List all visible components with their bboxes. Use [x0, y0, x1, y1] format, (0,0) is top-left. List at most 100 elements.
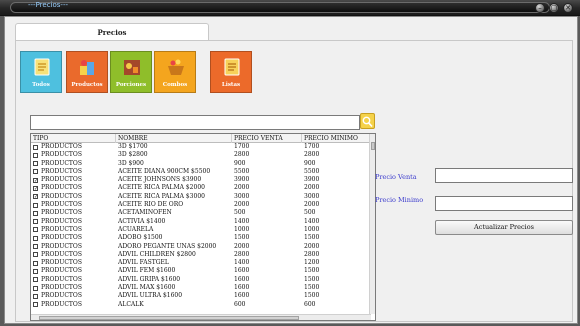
cell-tipo: PRODUCTOS — [41, 300, 82, 308]
table-row[interactable]: PRODUCTOS ACEITE DIANA 900CM $5500 5500 550… — [31, 168, 371, 176]
row-checkbox[interactable] — [33, 152, 38, 158]
search-input[interactable] — [30, 115, 360, 130]
table-row[interactable]: PRODUCTOS ADVIL MAX $1600 1600 1500 — [31, 284, 371, 292]
cell-tipo: PRODUCTOS — [41, 225, 82, 233]
cell-nombre: ACEITE RICA PALMA $2000 — [118, 184, 205, 192]
tile-productos[interactable]: Productos — [66, 51, 108, 93]
precio-minimo-label: Precio Minimo — [375, 196, 424, 204]
table-row[interactable]: PRODUCTOS ACEITE RIO DE ORO 2000 2000 — [31, 201, 371, 209]
row-checkbox[interactable] — [33, 202, 38, 208]
row-checkbox[interactable] — [33, 252, 38, 258]
table-row[interactable]: ✓ PRODUCTOS ACEITE JOHNSONS $3900 3900 3900 — [31, 176, 371, 184]
table-row[interactable]: PRODUCTOS 3D $2800 2800 2800 — [31, 151, 371, 159]
table-row[interactable]: PRODUCTOS ALCALK 600 600 — [31, 301, 371, 309]
cell-precio-minimo: 1200 — [304, 259, 320, 267]
column-header-precio-minimo[interactable]: PRECIO MINIMO — [302, 134, 371, 143]
row-checkbox[interactable] — [33, 169, 38, 175]
table-row[interactable]: PRODUCTOS ADVIL GRIPA $1600 1600 1500 — [31, 276, 371, 284]
tile-todos[interactable]: Todos — [20, 51, 62, 93]
table-row[interactable]: ✓ PRODUCTOS ACEITE RICA PALMA $2000 2000 200… — [31, 184, 371, 192]
table-row[interactable]: PRODUCTOS ADVIL ULTRA $1600 1600 1500 — [31, 292, 371, 300]
table-header: TIPO NOMBRE PRECIO VENTA PRECIO MINIMO — [31, 134, 371, 143]
table-row[interactable]: PRODUCTOS ADORO PEGANTE UÑAS $2000 2000 200… — [31, 243, 371, 251]
cell-nombre: 3D $1700 — [118, 143, 148, 150]
row-checkbox[interactable] — [33, 260, 38, 266]
row-checkbox[interactable] — [33, 302, 38, 308]
main-window: Precios Todos Productos Porciones Combos Lis… — [4, 16, 578, 324]
table-row[interactable]: PRODUCTOS 3D $900 900 900 — [31, 160, 371, 168]
cell-precio-minimo: 1000 — [304, 225, 320, 233]
cell-precio-venta: 1000 — [234, 225, 250, 233]
window-title: ---Precios--- — [28, 1, 69, 9]
cell-precio-minimo: 2800 — [304, 151, 320, 159]
close-icon[interactable]: ✕ — [563, 3, 573, 13]
tile-listas[interactable]: Listas — [210, 51, 252, 93]
row-checkbox[interactable] — [33, 235, 38, 241]
row-checkbox[interactable] — [33, 144, 38, 150]
prices-table: TIPO NOMBRE PRECIO VENTA PRECIO MINIMO P… — [30, 133, 376, 321]
column-header-nombre[interactable]: NOMBRE — [116, 134, 232, 143]
row-checkbox[interactable] — [33, 277, 38, 283]
cell-tipo: PRODUCTOS — [41, 242, 82, 250]
cell-precio-minimo: 1500 — [304, 275, 320, 283]
row-checkbox[interactable] — [33, 268, 38, 274]
cell-tipo: PRODUCTOS — [41, 234, 82, 242]
row-checkbox[interactable]: ✓ — [33, 194, 38, 200]
search-button[interactable] — [360, 113, 375, 129]
tab-precios[interactable]: Precios — [15, 23, 209, 41]
table-row[interactable]: PRODUCTOS ADVIL CHILDREN $2800 2800 2800 — [31, 251, 371, 259]
table-row[interactable]: PRODUCTOS 3D $1700 1700 1700 — [31, 143, 371, 151]
row-checkbox[interactable]: ✓ — [33, 177, 38, 183]
scroll-thumb[interactable] — [39, 316, 299, 320]
table-row[interactable]: PRODUCTOS ACETAMINOFEN 500 500 — [31, 209, 371, 217]
tile-combos[interactable]: Combos — [154, 51, 196, 93]
precio-minimo-input[interactable] — [435, 196, 573, 211]
cell-tipo: PRODUCTOS — [41, 151, 82, 159]
title-bar: ---Precios--- – ▢ ✕ — [0, 0, 580, 16]
cell-precio-minimo: 1500 — [304, 267, 320, 275]
cell-nombre: ADOBO $1500 — [118, 234, 163, 242]
row-checkbox[interactable] — [33, 161, 38, 167]
table-row[interactable]: PRODUCTOS ACUARELA 1000 1000 — [31, 226, 371, 234]
row-checkbox[interactable] — [33, 285, 38, 291]
cell-precio-venta: 500 — [234, 209, 246, 217]
cell-precio-venta: 3900 — [234, 176, 250, 184]
table-row[interactable]: PRODUCTOS ACTIVIA $1400 1400 1400 — [31, 218, 371, 226]
tab-panel: Todos Productos Porciones Combos Listas TIPO… — [15, 40, 573, 322]
scroll-thumb[interactable] — [371, 142, 375, 150]
cell-precio-venta: 1600 — [234, 284, 250, 292]
cell-precio-venta: 1400 — [234, 259, 250, 267]
restore-icon[interactable]: ▢ — [549, 3, 559, 13]
precio-venta-input[interactable] — [435, 168, 573, 183]
table-row[interactable]: ✓ PRODUCTOS ACEITE RICA PALMA $3000 3000 300… — [31, 193, 371, 201]
cell-tipo: PRODUCTOS — [41, 159, 82, 167]
cell-precio-minimo: 1500 — [304, 234, 320, 242]
row-checkbox[interactable] — [33, 210, 38, 216]
cell-tipo: PRODUCTOS — [41, 267, 82, 275]
row-checkbox[interactable] — [33, 293, 38, 299]
column-header-tipo[interactable]: TIPO — [31, 134, 116, 143]
cell-nombre: ADVIL FEM $1600 — [118, 267, 176, 275]
table-row[interactable]: PRODUCTOS ADVIL FASTGEL 1400 1200 — [31, 259, 371, 267]
row-checkbox[interactable] — [33, 219, 38, 225]
row-checkbox[interactable] — [33, 227, 38, 233]
cell-precio-venta: 1600 — [234, 275, 250, 283]
column-header-precio-venta[interactable]: PRECIO VENTA — [232, 134, 302, 143]
row-checkbox[interactable] — [33, 244, 38, 250]
precio-venta-label: Precio Venta — [375, 173, 417, 181]
cell-tipo: PRODUCTOS — [41, 192, 82, 200]
table-row[interactable]: PRODUCTOS ADOBO $1500 1500 1500 — [31, 234, 371, 242]
cell-precio-minimo: 5500 — [304, 167, 320, 175]
cell-nombre: ADVIL MAX $1600 — [118, 284, 176, 292]
cell-precio-minimo: 2000 — [304, 242, 320, 250]
cell-precio-venta: 2800 — [234, 151, 250, 159]
minimize-icon[interactable]: – — [535, 3, 545, 13]
vertical-scrollbar[interactable] — [369, 134, 375, 314]
cell-precio-venta: 1400 — [234, 217, 250, 225]
table-row[interactable]: PRODUCTOS ADVIL FEM $1600 1600 1500 — [31, 267, 371, 275]
row-checkbox[interactable]: ✓ — [33, 185, 38, 191]
update-prices-button[interactable]: Actualizar Precios — [435, 220, 573, 235]
tile-label: Combos — [162, 82, 188, 88]
horizontal-scrollbar[interactable] — [31, 314, 371, 320]
tile-porciones[interactable]: Porciones — [110, 51, 152, 93]
